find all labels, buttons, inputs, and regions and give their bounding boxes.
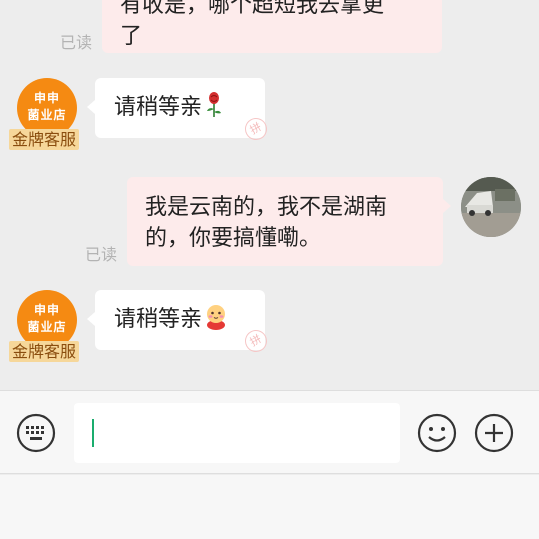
shop-avatar-name: 菌业店 [27, 320, 67, 334]
message-text-line: 我是云南的，我不是湖南 [145, 195, 388, 220]
user-avatar-photo [461, 177, 521, 237]
shop-avatar-name: 申申 [33, 303, 60, 317]
message-text: 请稍等亲 [114, 95, 203, 120]
gold-service-badge: 金牌客服 [9, 341, 80, 362]
message-text-line: 有收是，哪个超短我去拿更 [120, 0, 385, 18]
message-input-bar [0, 390, 539, 474]
message-input[interactable] [74, 403, 400, 463]
keyboard-area [0, 475, 539, 539]
text-caret [92, 419, 94, 447]
incoming-message-bubble[interactable]: 请稍等亲 拼 [87, 78, 272, 145]
read-status: 已读 [60, 33, 93, 52]
more-actions-button[interactable] [474, 413, 514, 453]
message-text: 请稍等亲 [114, 307, 203, 332]
gold-service-badge: 金牌客服 [9, 129, 80, 150]
pinduoduo-stamp-icon: 拼 [240, 113, 272, 145]
message-text-line: 的，你要搞懂嘞。 [145, 226, 322, 251]
incoming-message-bubble[interactable]: 请稍等亲 拼 [87, 290, 272, 357]
outgoing-message-bubble[interactable]: 我是云南的，我不是湖南 的，你要搞懂嘞。 [127, 177, 451, 266]
rose-emoji-icon [206, 92, 222, 118]
read-status: 已读 [85, 245, 118, 264]
message-text-line: 了 [120, 24, 143, 49]
user-avatar[interactable] [461, 177, 521, 237]
chat-message-list[interactable]: 有收是，哪个超短我去拿更 了 已读 申申 菌业店 金牌客服 请稍等亲 拼 我是云… [0, 0, 539, 390]
keyboard-toggle-button[interactable] [16, 413, 56, 453]
plus-circle-icon [474, 413, 514, 453]
pinduoduo-stamp-icon: 拼 [240, 325, 272, 357]
outgoing-message-bubble[interactable]: 有收是，哪个超短我去拿更 了 [102, 0, 442, 53]
emoji-button[interactable] [417, 413, 457, 453]
shop-avatar-name: 申申 [33, 91, 60, 105]
shop-avatar-name: 菌业店 [27, 108, 67, 122]
blush-face-emoji-icon [204, 304, 228, 330]
keyboard-icon [16, 413, 56, 453]
smiley-icon [417, 413, 457, 453]
